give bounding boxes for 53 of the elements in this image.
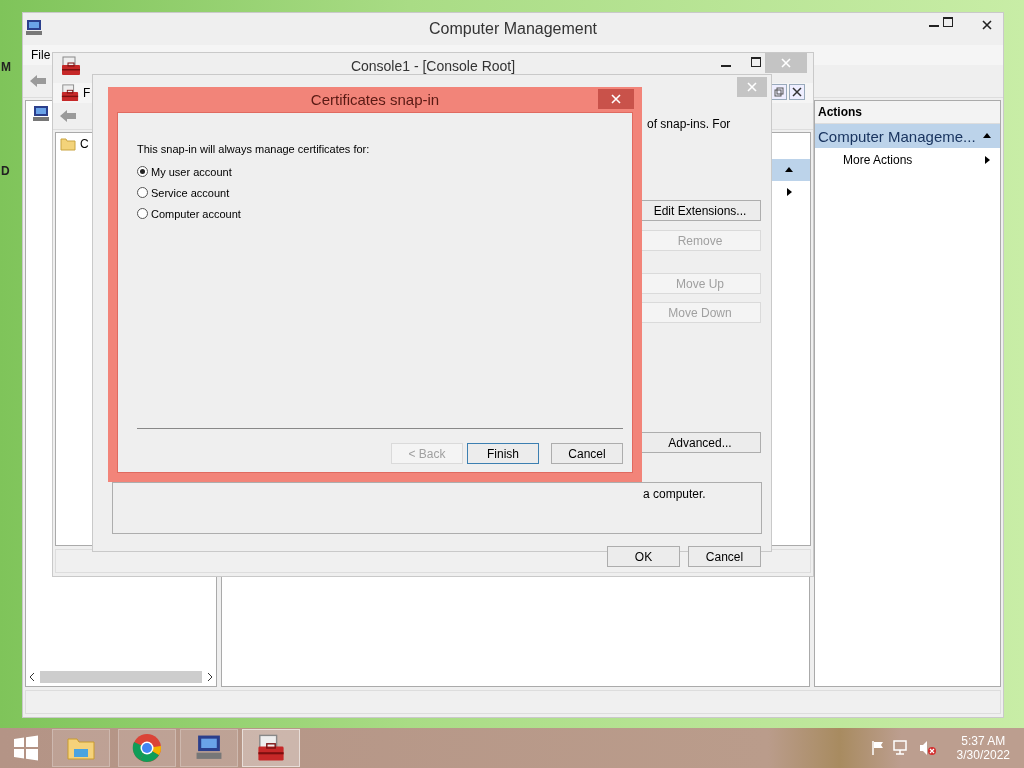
taskbar-button[interactable] — [180, 729, 238, 767]
close-icon — [781, 58, 791, 68]
radio-button[interactable] — [137, 187, 148, 198]
prompt-text: This snap-in will always manage certificates for: — [137, 143, 371, 155]
cancel-button[interactable]: Cancel — [688, 546, 761, 567]
tree-item[interactable]: C — [80, 137, 89, 151]
computer-icon — [25, 19, 43, 37]
radio-label: Computer account — [151, 207, 241, 220]
folder-icon — [60, 137, 76, 151]
maximize-icon[interactable] — [943, 17, 953, 27]
flag-icon[interactable] — [870, 740, 885, 756]
radio-button[interactable] — [137, 166, 148, 177]
up-triangle-icon — [982, 131, 992, 141]
menu-item[interactable]: F — [83, 86, 91, 100]
actions-item[interactable]: More Actions — [815, 148, 1000, 172]
toolbox-icon — [257, 734, 285, 762]
start-icon[interactable] — [13, 735, 39, 761]
right-triangle-icon — [784, 187, 794, 197]
dialog-title: Certificates snap-in — [310, 91, 440, 108]
desktop-icon-label: M — [1, 60, 11, 74]
intro-text: of snap-ins. For — [647, 117, 732, 131]
radio-label: Service account — [151, 186, 230, 199]
close-icon — [982, 20, 992, 30]
maximize-icon[interactable] — [751, 57, 761, 67]
computer-icon — [195, 734, 223, 762]
scroll-left-icon[interactable] — [28, 672, 36, 682]
wizard-button[interactable]: Cancel — [551, 443, 623, 464]
desktop-icon-label: D — [1, 164, 10, 178]
ok-button[interactable]: OK — [607, 546, 680, 567]
radio-button[interactable] — [137, 208, 148, 219]
taskbar-button[interactable] — [242, 729, 300, 767]
up-triangle-icon — [784, 165, 794, 175]
actions-section-header[interactable]: Computer Manageme... — [815, 124, 1000, 148]
window-title: Console1 - [Console Root] — [350, 58, 516, 74]
computer-icon — [32, 105, 50, 123]
menu-item[interactable]: File — [31, 48, 51, 62]
wizard-button[interactable]: Finish — [467, 443, 539, 464]
muted-volume-icon[interactable] — [918, 740, 937, 756]
window-title: Computer Management — [428, 20, 598, 38]
dialog-button[interactable]: Advanced... — [639, 432, 761, 453]
right-triangle-icon — [982, 155, 992, 165]
close-icon — [611, 94, 621, 104]
dialog-button[interactable]: Edit Extensions... — [639, 200, 761, 221]
close-icon[interactable] — [789, 84, 805, 100]
toolbox-icon — [61, 56, 81, 76]
actions-header: Actions — [815, 101, 1000, 124]
radio-label: My user account — [151, 165, 232, 178]
description-text: a computer. — [643, 487, 706, 501]
scroll-right-icon[interactable] — [206, 672, 214, 682]
folder-icon — [66, 735, 96, 761]
chrome-icon — [132, 733, 162, 763]
close-icon — [747, 82, 757, 92]
horizontal-scrollbar[interactable] — [28, 670, 214, 684]
